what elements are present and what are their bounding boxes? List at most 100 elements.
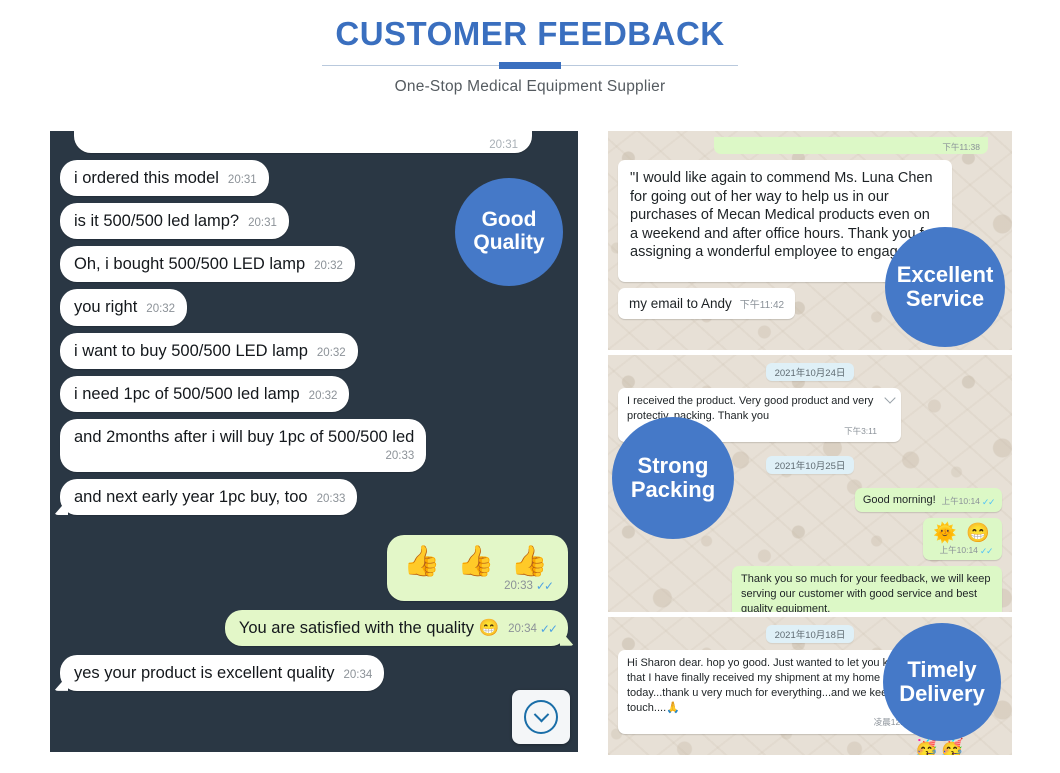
message-bubble[interactable]: and 2months after i will buy 1pc of 500/… bbox=[60, 418, 427, 472]
badge-good-quality: Good Quality bbox=[455, 178, 563, 286]
chevron-down-icon[interactable] bbox=[884, 392, 896, 404]
scroll-to-bottom-button[interactable] bbox=[512, 690, 570, 744]
divider-accent-block bbox=[499, 62, 561, 70]
chat-row: 🥳🥳 bbox=[618, 740, 966, 755]
message-bubble[interactable]: i want to buy 500/500 LED lamp 20:32 bbox=[60, 332, 358, 369]
badge-line-2: Quality bbox=[473, 231, 545, 254]
message-time: 20:33 bbox=[316, 493, 346, 505]
message-bubble[interactable]: you right 20:32 bbox=[60, 289, 188, 326]
message-bubble[interactable]: i need 1pc of 500/500 led lamp 20:32 bbox=[60, 375, 350, 412]
message-text: yes your product is excellent quality bbox=[74, 663, 335, 682]
message-text: i ordered this model bbox=[74, 169, 219, 187]
message-meta: 20:32 bbox=[146, 302, 175, 317]
chat-row: yes your product is excellent quality 20… bbox=[60, 654, 568, 691]
message-bubble[interactable]: is it 500/500 led lamp? 20:31 bbox=[60, 203, 289, 240]
message-text: is it 500/500 led lamp? bbox=[74, 212, 240, 231]
page-header: CUSTOMER FEEDBACK One-Stop Medical Equip… bbox=[0, 0, 1060, 96]
chevron-down-icon bbox=[533, 706, 549, 722]
message-time: 上午10:14 bbox=[939, 545, 978, 556]
badge-timely-delivery: Timely Delivery bbox=[883, 623, 1001, 741]
message-bubble[interactable]: Thank you so much for your feedback, we … bbox=[732, 566, 1002, 612]
read-receipt-icon: ✓✓ bbox=[981, 496, 996, 507]
message-emoji: 🥳🥳 bbox=[914, 738, 966, 755]
message-meta: 20:31 bbox=[248, 216, 277, 231]
message-time: 20:31 bbox=[248, 217, 277, 230]
message-time: 20:33 bbox=[504, 580, 533, 593]
message-text: Hi Sharon dear. hop yo good. Just wanted… bbox=[627, 657, 909, 714]
chat-row: i need 1pc of 500/500 led lamp 20:32 bbox=[60, 375, 568, 412]
panel-strong-packing: 2021年10月24日 I received the product. Very… bbox=[608, 355, 1012, 612]
panel-excellent-service: 下午11:38 "I would like again to commend M… bbox=[608, 131, 1012, 350]
read-receipt-icon: ✓✓ bbox=[539, 622, 558, 637]
message-meta: 20:34 ✓✓ bbox=[508, 622, 558, 638]
left-chat-panel: 20:31 i ordered this model 20:31 is it 5… bbox=[50, 131, 578, 752]
message-text: "I would like again to commend Ms. Luna … bbox=[630, 170, 937, 261]
message-time: 20:34 bbox=[343, 668, 373, 681]
panel-timely-delivery: 2021年10月18日 Hi Sharon dear. hop yo good.… bbox=[608, 617, 1012, 755]
cut-off-bubble: 下午11:38 bbox=[714, 137, 988, 154]
message-meta: 20:32 bbox=[314, 259, 343, 274]
message-meta: 凌晨12:41 bbox=[627, 717, 912, 728]
message-meta: 20:32 bbox=[317, 346, 346, 361]
message-text: Good morning! bbox=[862, 494, 936, 507]
cut-off-time: 20:31 bbox=[489, 139, 518, 151]
message-text: You are satisfied with the quality 😁 bbox=[238, 618, 500, 637]
badge-line-2: Delivery bbox=[899, 681, 985, 706]
badge-strong-packing: Strong Packing bbox=[612, 417, 734, 539]
message-meta: 20:33 bbox=[317, 492, 346, 507]
message-text: Thank you so much for your feedback, we … bbox=[741, 573, 991, 612]
page-subtitle: One-Stop Medical Equipment Supplier bbox=[394, 78, 666, 96]
message-bubble[interactable]: my email to Andy 下午11:42 bbox=[618, 287, 796, 319]
message-meta: 20:34 bbox=[343, 668, 372, 683]
chat-row: 👍 👍 👍 20:33 ✓✓ bbox=[60, 535, 568, 601]
badge-excellent-service: Excellent Service bbox=[885, 227, 1005, 347]
message-emoji: 🌞 😁 bbox=[933, 523, 992, 544]
message-text: and next early year 1pc buy, too bbox=[74, 487, 308, 506]
message-bubble[interactable]: Oh, i bought 500/500 LED lamp 20:32 bbox=[60, 246, 355, 283]
message-text: and 2months after i will buy 1pc of 500/… bbox=[74, 427, 415, 446]
badge-line-2: Packing bbox=[630, 477, 716, 502]
message-bubble[interactable]: 👍 👍 👍 20:33 ✓✓ bbox=[387, 535, 568, 601]
read-receipt-icon: ✓✓ bbox=[535, 579, 554, 594]
message-bubble[interactable]: You are satisfied with the quality 😁 20:… bbox=[224, 609, 568, 646]
message-meta: 20:31 bbox=[228, 173, 257, 188]
message-time: 20:32 bbox=[146, 303, 176, 316]
message-bubble[interactable]: and next early year 1pc buy, too 20:33 bbox=[60, 478, 358, 516]
chat-row: Thank you so much for your feedback, we … bbox=[618, 566, 1002, 612]
message-time: 下午11:42 bbox=[739, 300, 785, 312]
message-bubble[interactable]: Hi Sharon dear. hop yo good. Just wanted… bbox=[618, 650, 921, 734]
date-chip: 2021年10月24日 bbox=[765, 363, 855, 381]
message-bubble[interactable]: Good morning! 上午10:14 ✓✓ bbox=[854, 488, 1002, 512]
cut-off-time: 下午11:38 bbox=[942, 142, 980, 152]
right-panels-column: 下午11:38 "I would like again to commend M… bbox=[608, 131, 1012, 755]
chat-row: i want to buy 500/500 LED lamp 20:32 bbox=[60, 332, 568, 369]
badge-line-1: Good bbox=[481, 208, 537, 232]
message-bubble[interactable]: i ordered this model 20:31 bbox=[60, 160, 269, 197]
message-meta: 20:32 bbox=[309, 389, 338, 404]
badge-line-1: Excellent bbox=[896, 262, 994, 288]
message-text: my email to Andy bbox=[629, 295, 732, 311]
message-time: 20:32 bbox=[316, 346, 346, 359]
chat-row: and next early year 1pc buy, too 20:33 bbox=[60, 478, 568, 516]
message-text: you right bbox=[74, 298, 138, 317]
message-meta: 20:33 ✓✓ bbox=[403, 579, 554, 595]
message-time: 20:32 bbox=[314, 260, 343, 273]
feedback-panels: 20:31 i ordered this model 20:31 is it 5… bbox=[0, 131, 1060, 755]
page-title: CUSTOMER FEEDBACK bbox=[335, 15, 725, 52]
title-divider bbox=[322, 61, 738, 70]
chat-row: you right 20:32 bbox=[60, 289, 568, 326]
message-time: 20:31 bbox=[227, 174, 257, 187]
message-bubble[interactable]: yes your product is excellent quality 20… bbox=[60, 654, 385, 691]
message-time: 20:33 bbox=[385, 449, 415, 462]
message-time: 20:34 bbox=[508, 623, 537, 636]
chevron-down-circle-icon bbox=[524, 700, 558, 734]
message-text: Oh, i bought 500/500 LED lamp bbox=[74, 255, 306, 274]
message-time: 上午10:14 bbox=[941, 496, 980, 507]
cut-off-bubble: 20:31 bbox=[74, 131, 532, 153]
message-text: i need 1pc of 500/500 led lamp bbox=[74, 384, 300, 403]
message-meta: 上午10:14 ✓✓ bbox=[941, 496, 996, 508]
message-meta: 上午10:14 ✓✓ bbox=[933, 545, 994, 557]
badge-line-2: Service bbox=[905, 286, 985, 311]
date-chip: 2021年10月18日 bbox=[765, 625, 855, 643]
message-bubble[interactable]: 🌞 😁 上午10:14 ✓✓ bbox=[923, 518, 1002, 561]
